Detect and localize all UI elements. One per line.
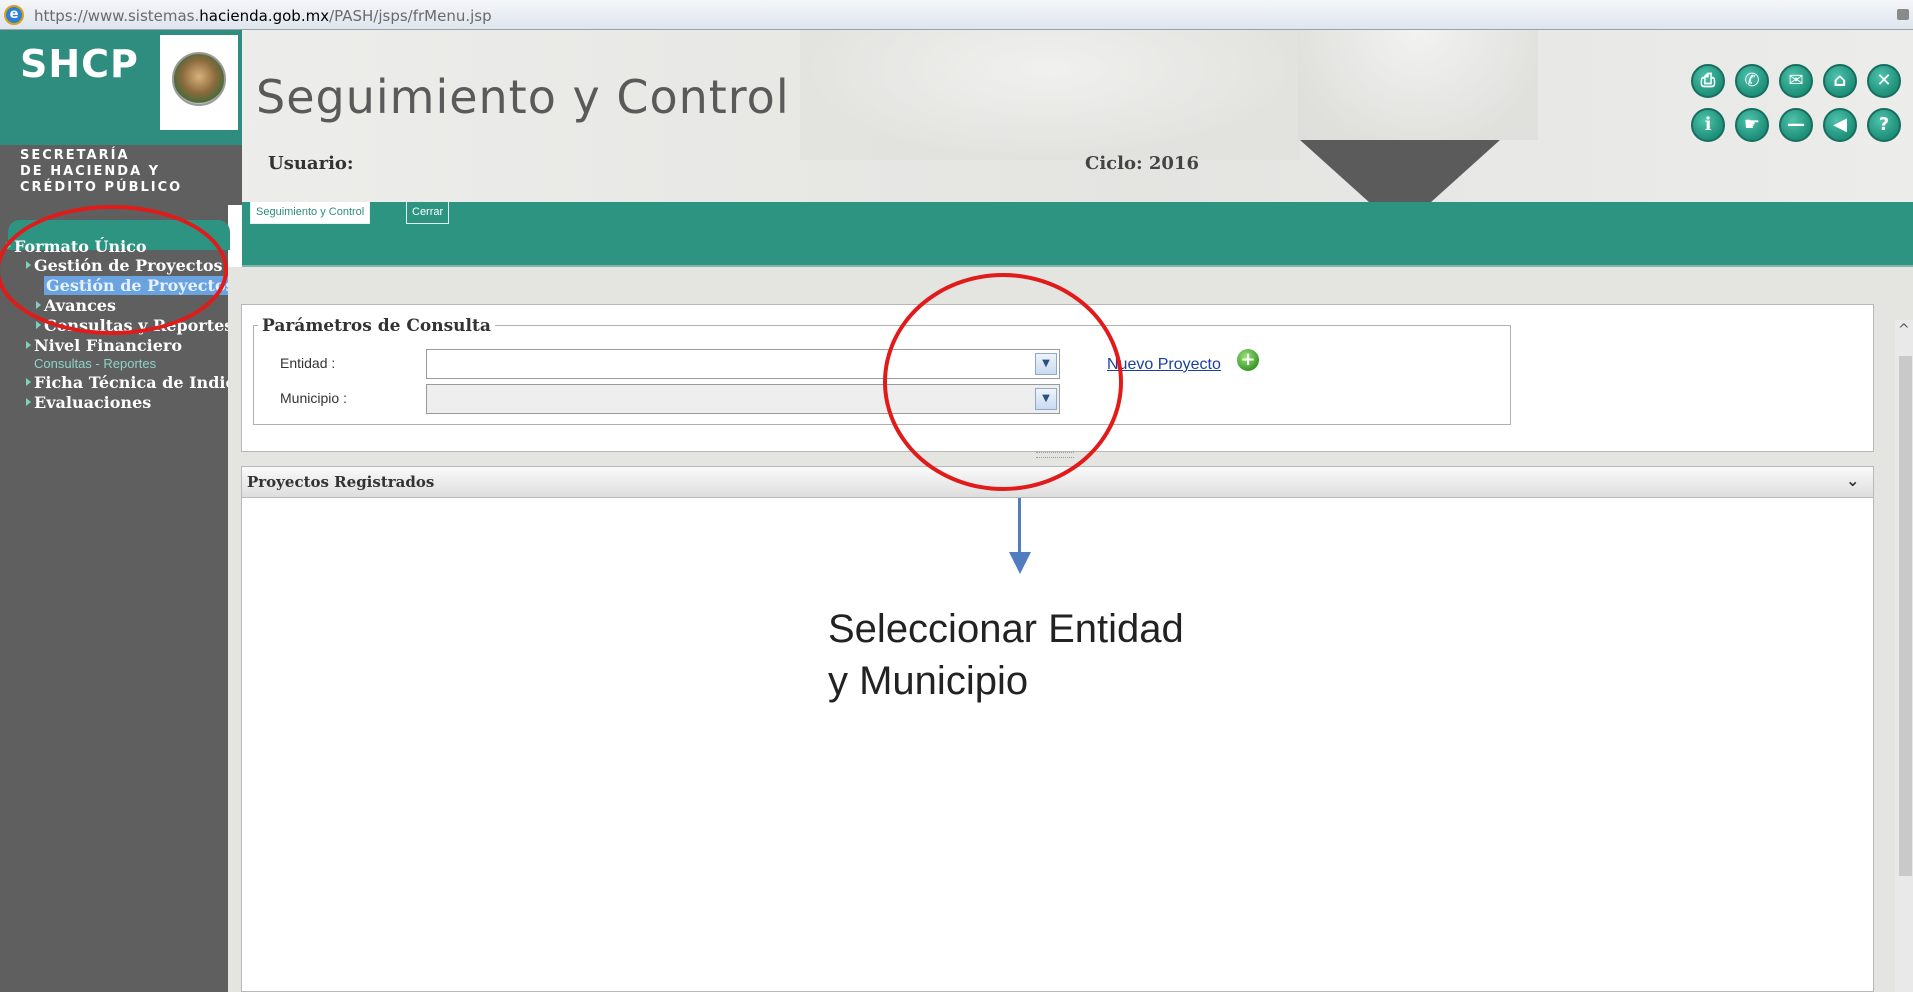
ciclo-label: Ciclo: 2016 (1085, 153, 1199, 174)
bullet-icon (26, 341, 31, 349)
logo-subtitle-line: DE HACIENDA Y (20, 164, 161, 179)
highlight-ellipse-selects (883, 273, 1123, 491)
page-title: Seguimiento y Control (256, 70, 790, 124)
entidad-label: Entidad : (280, 355, 336, 371)
logo-subtitle-line: CRÉDITO PÚBLICO (20, 180, 183, 195)
logo-text: SHCP (20, 42, 139, 86)
query-legend: Parámetros de Consulta (258, 316, 495, 336)
add-icon[interactable]: + (1237, 349, 1259, 371)
mail-icon[interactable]: ✉ (1779, 64, 1813, 98)
logo-subtitle-line: SECRETARÍA (20, 148, 130, 163)
home-icon[interactable]: ⌂ (1823, 64, 1857, 98)
usuario-label: Usuario: (268, 153, 354, 174)
bullet-icon (36, 321, 41, 329)
header-decoration-triangle (1300, 140, 1500, 202)
scroll-up-icon[interactable]: ^ (1898, 322, 1910, 338)
sidebar-item-label: Ficha Técnica de Indic (34, 373, 236, 392)
url-prefix: https://www.sistemas. (34, 7, 200, 25)
nuevo-proyecto-link[interactable]: Nuevo Proyecto (1107, 356, 1221, 374)
arrow-down-icon (1009, 552, 1031, 574)
lock-icon (1897, 9, 1909, 20)
sidebar-item-nivel-financiero[interactable]: Nivel Financiero (26, 336, 182, 355)
annotation-line: Seleccionar Entidad (828, 607, 1184, 651)
chevron-down-icon[interactable]: ⌄ (1846, 471, 1859, 490)
close-icon[interactable]: ✕ (1867, 64, 1901, 98)
sidebar-item-consultas-reportes[interactable]: Consultas - Reportes (34, 356, 156, 371)
sidebar-item-label: Nivel Financiero (34, 336, 182, 355)
url-domain: hacienda.gob.mx (199, 7, 330, 25)
browser-icon: e (4, 5, 24, 25)
print-icon[interactable]: ⎙ (1691, 64, 1725, 98)
municipio-label: Municipio : (280, 390, 347, 406)
sidebar-item-evaluaciones[interactable]: Evaluaciones (26, 393, 151, 412)
tab-cerrar[interactable]: Cerrar (406, 202, 450, 224)
logo-subtitle: SECRETARÍA DE HACIENDA Y CRÉDITO PÚBLICO (20, 148, 182, 196)
tab-bar (242, 202, 1913, 267)
sidebar-item-label: Evaluaciones (34, 393, 152, 412)
url-text[interactable]: https://www.sistemas.hacienda.gob.mx/PAS… (34, 7, 492, 25)
url-path: /PASH/jsps/frMenu.jsp (329, 7, 492, 25)
help-icon[interactable]: ? (1867, 108, 1901, 142)
highlight-ellipse-sidebar (0, 205, 228, 335)
national-seal-icon (172, 52, 226, 106)
bullet-icon (26, 378, 31, 386)
projects-grid (241, 466, 1874, 992)
annotation-line: y Municipio (828, 659, 1029, 703)
back-icon[interactable]: ◀ (1823, 108, 1857, 142)
minimize-icon[interactable]: — (1779, 108, 1813, 142)
browser-address-bar[interactable]: e https://www.sistemas.hacienda.gob.mx/P… (0, 0, 1913, 30)
scrollbar-thumb[interactable] (1899, 356, 1912, 876)
sidebar-item-ficha-tecnica[interactable]: Ficha Técnica de Indic (26, 373, 235, 392)
bullet-icon (26, 398, 31, 406)
header-decoration (800, 30, 1300, 160)
phone-icon[interactable]: ✆ (1735, 64, 1769, 98)
header-decoration (1298, 30, 1538, 140)
pointer-icon[interactable]: ☛ (1735, 108, 1769, 142)
annotation-arrow (1018, 498, 1021, 556)
annotation-text: Seleccionar Entidad y Municipio (828, 603, 1184, 707)
tab-seguimiento-y-control[interactable]: Seguimiento y Control (250, 202, 371, 224)
projects-grid-title: Proyectos Registrados (247, 473, 435, 491)
info-icon[interactable]: ℹ (1691, 108, 1725, 142)
